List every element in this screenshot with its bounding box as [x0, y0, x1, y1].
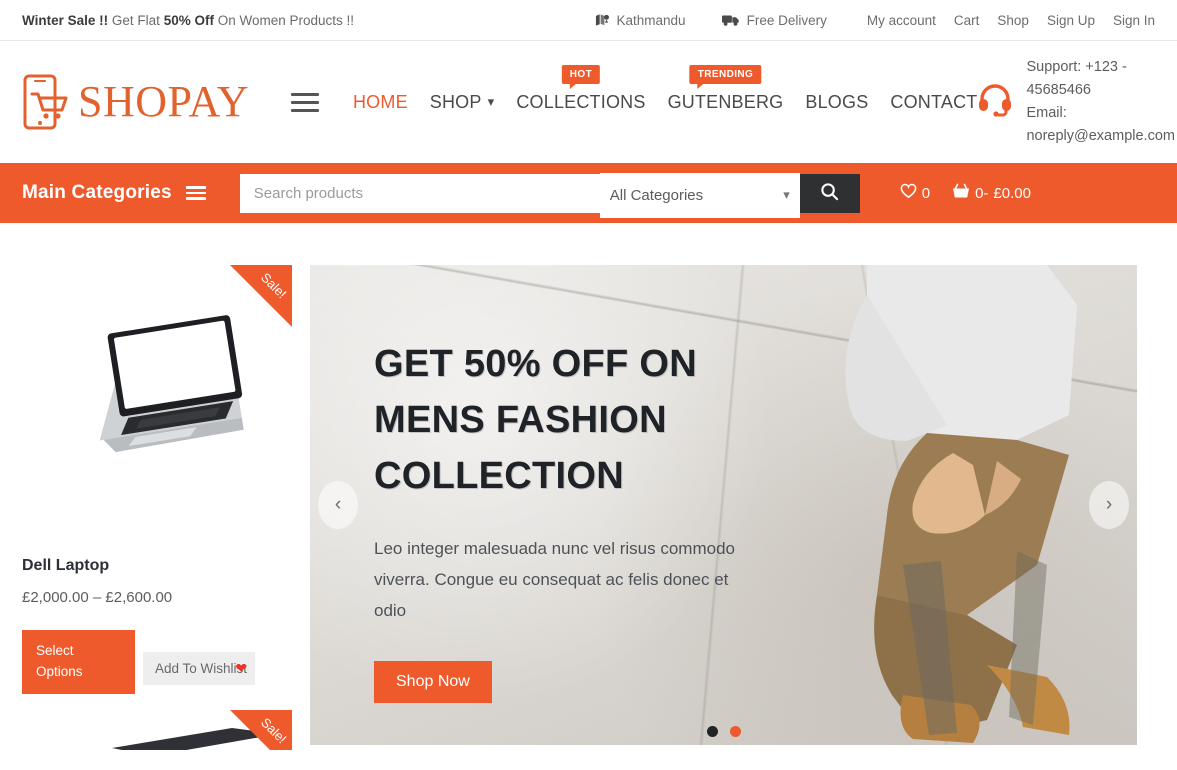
hamburger-icon[interactable]: [290, 92, 319, 112]
promo-mid: Get Flat: [108, 12, 164, 28]
product-price: £2,000.00 – £2,600.00: [22, 589, 173, 606]
heart-filled-icon: ❤: [235, 660, 247, 676]
phone-cart-icon: [22, 74, 76, 130]
hero-title-line: COLLECTION: [374, 454, 624, 497]
hamburger-line: [290, 108, 319, 112]
wishlist-button[interactable]: 0: [900, 183, 930, 203]
add-to-wishlist-button[interactable]: Add To Wishlist ❤: [143, 652, 255, 685]
topbar-link-cart[interactable]: Cart: [954, 13, 980, 28]
cart-zone: 0 0- £0.00: [900, 183, 1031, 204]
nav-item-contact[interactable]: CONTACT: [890, 92, 977, 113]
search-icon: [820, 182, 839, 204]
product-card-next[interactable]: Sale!: [22, 709, 292, 750]
search-input[interactable]: [239, 173, 600, 213]
nav-item-blogs[interactable]: BLOGS: [805, 92, 868, 113]
page-content: Sale! Dell Laptop £2,000.00 – £2,600.00: [0, 223, 1177, 750]
heart-outline-icon: [900, 183, 917, 203]
search-form: All Categories ▾: [239, 172, 860, 218]
nav-label: COLLECTIONS: [516, 91, 646, 112]
promo-bold: 50% Off: [163, 12, 214, 28]
nav-label: HOME: [352, 91, 408, 112]
support-text: Support: +123 - 45685466 Email: noreply@…: [1026, 56, 1175, 149]
hero-title-line: GET 50% OFF ON: [374, 343, 698, 385]
hamburger-line: [290, 100, 319, 104]
cart-count: 0-: [975, 184, 989, 202]
search-button[interactable]: [799, 173, 860, 213]
hamburger-line: [185, 186, 206, 189]
product-sidebar: Sale! Dell Laptop £2,000.00 – £2,600.00: [22, 223, 292, 750]
nav-label: BLOGS: [805, 91, 869, 112]
logo-text: SHOPAY: [78, 77, 249, 126]
topbar-link-sign-in[interactable]: Sign In: [1113, 13, 1155, 28]
nav-item-shop[interactable]: SHOP ▾: [430, 92, 495, 113]
hamburger-icon: [185, 186, 206, 200]
nav-item-gutenberg[interactable]: TRENDING GUTENBERG: [667, 64, 784, 113]
main-categories-button[interactable]: Main Categories: [22, 182, 206, 204]
hero-subtitle: Leo integer malesuada nunc vel risus com…: [374, 538, 735, 621]
carousel-next-button[interactable]: ›: [1089, 481, 1129, 529]
promo-strong: Winter Sale !!: [22, 12, 109, 28]
wishlist-count: 0: [921, 184, 931, 202]
support-email: Email: noreply@example.com: [1026, 105, 1175, 145]
top-bar: Winter Sale !! Get Flat 50% Off On Women…: [0, 0, 1177, 41]
product-card-dell-laptop[interactable]: Sale! Dell Laptop £2,000.00 – £2,600.00: [22, 265, 292, 694]
topbar-link-sign-up[interactable]: Sign Up: [1047, 13, 1095, 28]
nav-badge-hot: HOT: [561, 64, 601, 89]
chevron-left-icon: ‹: [334, 494, 342, 515]
chevron-right-icon: ›: [1105, 494, 1113, 515]
search-bar: Main Categories All Categories ▾: [0, 163, 1177, 223]
carousel-dots: [706, 726, 741, 737]
category-select-wrap: All Categories ▾: [599, 172, 800, 218]
category-select[interactable]: All Categories: [599, 186, 800, 204]
location-label: Kathmandu: [616, 12, 686, 28]
hero-content: GET 50% OFF ON MENS FASHION COLLECTION L…: [374, 337, 774, 703]
nav-label: SHOP: [429, 91, 482, 112]
support-info: Support: +123 - 45685466 Email: noreply@…: [977, 56, 1175, 149]
nav-label: CONTACT: [890, 91, 978, 112]
site-logo[interactable]: SHOPAY: [22, 74, 249, 130]
location-info[interactable]: Kathmandu: [595, 13, 686, 28]
topbar-link-shop[interactable]: Shop: [997, 13, 1029, 28]
nav-label: GUTENBERG: [667, 91, 784, 112]
chevron-down-icon: ▾: [487, 94, 495, 109]
carousel-prev-button[interactable]: ‹: [318, 481, 358, 529]
cart-total: £0.00: [993, 184, 1031, 202]
top-bar-right: Kathmandu Free Delivery My account Cart …: [595, 13, 1155, 28]
support-phone: Support: +123 - 45685466: [1026, 58, 1127, 98]
product-title: Dell Laptop: [22, 557, 110, 574]
delivery-label: Free Delivery: [746, 12, 827, 28]
select-options-button[interactable]: Select Options: [22, 630, 135, 694]
hero-carousel[interactable]: GET 50% OFF ON MENS FASHION COLLECTION L…: [310, 265, 1137, 745]
main-categories-label: Main Categories: [22, 182, 172, 203]
hamburger-line: [185, 191, 206, 195]
hamburger-line: [290, 92, 319, 96]
hero-title: GET 50% OFF ON MENS FASHION COLLECTION: [374, 337, 774, 505]
truck-icon: [721, 13, 740, 27]
topbar-link-my-account[interactable]: My account: [867, 13, 936, 28]
promo-end: On Women Products !!: [213, 12, 355, 28]
add-to-wishlist-label: Add To Wishlist: [155, 661, 248, 676]
site-header: SHOPAY HOME SHOP ▾ HOT COLLECTIONS TREND…: [0, 41, 1177, 163]
product-image[interactable]: Sale!: [22, 265, 292, 535]
cart-button[interactable]: 0- £0.00: [952, 183, 1031, 204]
main-navigation: HOME SHOP ▾ HOT COLLECTIONS TRENDING GUT…: [353, 64, 978, 113]
shop-now-button[interactable]: Shop Now: [374, 660, 492, 703]
product-actions: Select Options Add To Wishlist ❤: [22, 630, 292, 694]
promo-text: Winter Sale !! Get Flat 50% Off On Women…: [22, 13, 354, 28]
nav-badge-trending: TRENDING: [689, 64, 762, 89]
nav-item-collections[interactable]: HOT COLLECTIONS: [516, 64, 646, 113]
headset-icon: [977, 83, 1013, 122]
delivery-info[interactable]: Free Delivery: [721, 12, 827, 28]
basket-icon: [952, 183, 970, 204]
nav-item-home[interactable]: HOME: [353, 92, 408, 113]
carousel-dot-2[interactable]: [729, 726, 741, 737]
map-location-icon: [595, 13, 610, 28]
hamburger-line: [185, 197, 206, 200]
carousel-dot-1[interactable]: [706, 726, 718, 737]
hero-title-line: MENS FASHION: [374, 398, 667, 441]
model-photo: [845, 265, 1077, 743]
laptop-image: [99, 314, 244, 452]
